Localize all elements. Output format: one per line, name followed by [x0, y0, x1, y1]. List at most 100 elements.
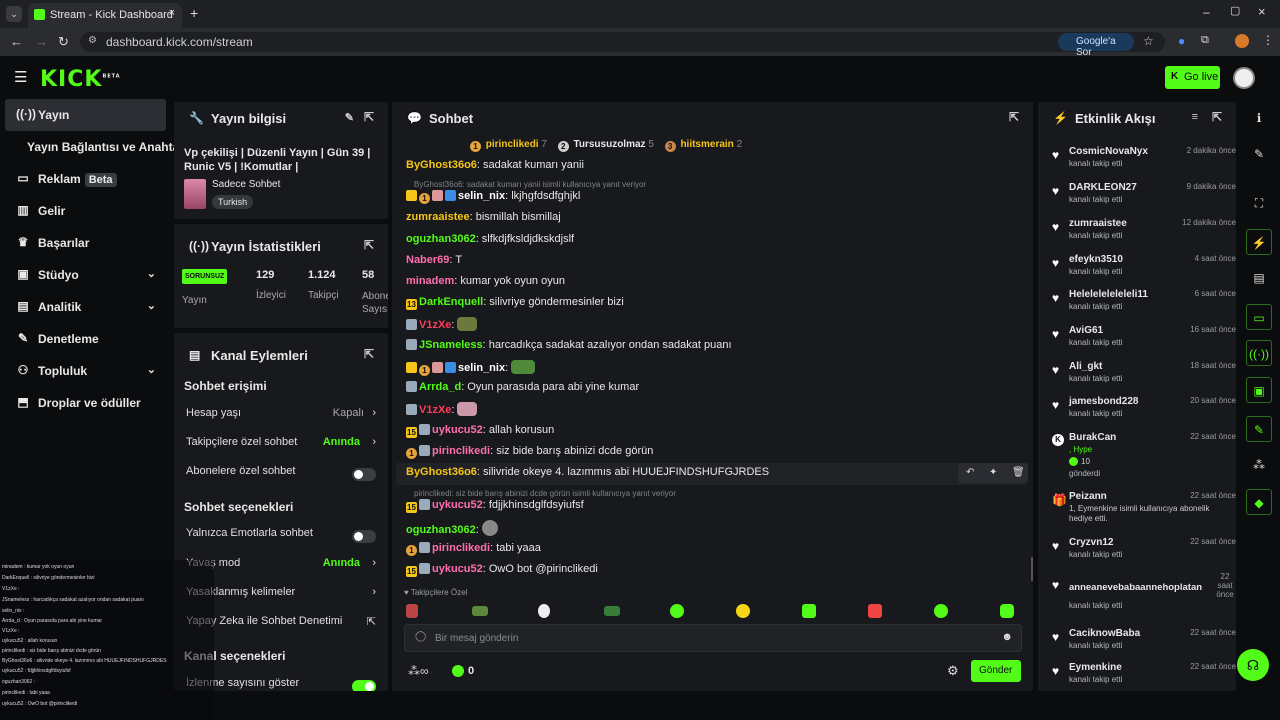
chat-username[interactable]: V1zXe — [419, 404, 451, 416]
chat-message[interactable]: 15 uykucu52: fdjjkhinsdglfdsyiufsf — [406, 499, 963, 517]
emote-icon[interactable] — [736, 604, 750, 618]
chat-message[interactable]: Arrda_d: Oyun parasıda para abi yine kum… — [406, 381, 963, 399]
chat-message[interactable]: 15 uykucu52: OwO bot @pirinclikedi — [406, 563, 963, 581]
chat-icon[interactable]: ▭ — [1246, 304, 1272, 330]
chat-message[interactable]: oguzhan3062: slfkdjfksldjdkskdjslf — [406, 233, 963, 251]
emote-icon[interactable] — [868, 604, 882, 618]
chat-message[interactable]: zumraaistee: bismillah bismillaj — [406, 211, 963, 229]
broadcast-icon[interactable]: ((·)) — [1246, 340, 1272, 366]
chat-username[interactable]: ByGhost36o6 — [406, 159, 477, 171]
ai-moderation-setting[interactable]: Yapay Zeka ile Sohbet Denetimi ⇱ — [186, 615, 376, 637]
emoji-picker-icon[interactable]: ☻ — [1001, 631, 1013, 643]
sidebar-item-stream-key[interactable]: Yayın Bağlantısı ve Anahtarı — [5, 131, 187, 163]
chat-username[interactable]: zumraaistee — [406, 211, 470, 223]
chat-username[interactable]: selin_nix — [458, 362, 505, 374]
emote-icon[interactable] — [1000, 604, 1014, 618]
drops-icon[interactable]: ◆ — [1246, 489, 1272, 515]
send-button[interactable]: Gönder — [971, 660, 1021, 682]
chat-username[interactable]: JSnameless — [419, 339, 483, 351]
chat-message[interactable]: JSnameless: harcadıkça sadakat azalıyor … — [406, 339, 963, 357]
emote-icon[interactable] — [604, 606, 620, 616]
sidebar-item-analytics[interactable]: ▤ Analitik ⌄ — [5, 291, 166, 323]
popout-icon[interactable]: ⇱ — [364, 238, 374, 252]
close-window-icon[interactable]: × — [1258, 4, 1266, 19]
popout-icon[interactable]: ⇱ — [1212, 110, 1222, 124]
chat-username[interactable]: DarkEnquell — [419, 296, 483, 308]
chat-message[interactable]: minadem: kumar yok oyun oyun — [406, 275, 963, 293]
emote-only-toggle[interactable] — [352, 530, 376, 543]
chat-message[interactable]: ByGhost36o6: sadakat kumarı yanii — [406, 159, 963, 177]
hamburger-menu-icon[interactable]: ☰ — [14, 68, 27, 86]
reply-icon[interactable]: ↶ — [966, 467, 974, 478]
tab-list-chevron-icon[interactable]: ⌄ — [6, 6, 22, 22]
info-icon[interactable]: ℹ — [1246, 105, 1272, 131]
chat-username[interactable]: V1zXe — [419, 319, 451, 331]
activity-event[interactable]: ♥ anneanevebabaannehoplatan 22 saat önce ka… — [1052, 572, 1236, 620]
pin-icon[interactable]: ✦ — [989, 467, 997, 478]
sidebar-item-revenue[interactable]: ▥ Gelir — [5, 195, 166, 227]
chat-message[interactable]: 1 selin_nix: lkjhgfdsdfghjkl — [406, 190, 963, 208]
back-icon[interactable]: ← — [10, 34, 23, 49]
slow-mode-setting[interactable]: Yavaş mod Anında › — [186, 557, 376, 579]
chat-message[interactable]: oguzhan3062: — [406, 520, 963, 538]
category-name[interactable]: Sadece Sohbet — [212, 179, 280, 190]
tab-close-icon[interactable]: × — [169, 7, 175, 19]
show-viewers-toggle[interactable] — [352, 680, 376, 691]
edit-pencil-icon[interactable]: ✎ — [345, 111, 354, 124]
popout-icon[interactable]: ⇱ — [364, 110, 374, 124]
profile-avatar[interactable] — [1235, 34, 1249, 48]
support-chat-button[interactable]: ☊ — [1237, 649, 1269, 681]
puzzle-icon[interactable]: ⧉ — [1201, 34, 1209, 47]
chat-username[interactable]: uykucu52 — [432, 563, 483, 575]
sidebar-item-drops[interactable]: ⬒ Droplar ve ödüller — [5, 387, 166, 419]
chat-username[interactable]: ByGhost36o6 — [406, 466, 477, 478]
chat-message[interactable]: 1 pirinclikedi: tabi yaaa — [406, 542, 963, 560]
activity-event[interactable]: ♥ AviG61 16 saat önce kanalı takip etti — [1052, 325, 1236, 359]
fullscreen-icon[interactable]: ⛶ — [1246, 190, 1272, 216]
activity-event[interactable]: ♥ jamesbond228 20 saat önce kanalı takip et… — [1052, 396, 1236, 430]
activity-event[interactable]: ♥ zumraaistee 12 dakika önce kanalı takip e… — [1052, 218, 1236, 252]
site-info-icon[interactable]: ⚙ — [88, 35, 97, 46]
chat-username[interactable]: oguzhan3062 — [406, 233, 476, 245]
activity-event[interactable]: K BurakCan 22 saat önce , Hype 10 gönderdi — [1052, 432, 1236, 482]
activity-event[interactable]: ♥ efeykn3510 4 saat önce kanalı takip etti — [1052, 254, 1236, 288]
activity-event[interactable]: ♥ DARKLEON27 9 dakika önce kanalı takip ett… — [1052, 182, 1236, 216]
channel-actions-icon[interactable]: ▣ — [1246, 377, 1272, 403]
chat-message[interactable]: 13 DarkEnquell: silivriye göndermesinler … — [406, 296, 963, 314]
subs-only-toggle[interactable] — [352, 468, 376, 481]
activity-event[interactable]: ♥ CaciknowBaba 22 saat önce kanalı takip et… — [1052, 628, 1236, 662]
chat-username[interactable]: selin_nix — [458, 190, 505, 202]
extension-icon[interactable]: ● — [1178, 34, 1185, 48]
menu-dots-icon[interactable]: ⋮ — [1262, 33, 1274, 47]
google-ask-button[interactable]: Google'a Sor — [1058, 33, 1134, 58]
activity-event[interactable]: ♥ Ali_gkt 18 saat önce kanalı takip etti — [1052, 361, 1236, 395]
activity-event[interactable]: ♥ Heleleleleleleli11 6 saat önce kanalı tak… — [1052, 289, 1236, 323]
chat-username[interactable]: oguzhan3062 — [406, 524, 476, 536]
users-icon[interactable]: ⁂ — [1246, 452, 1272, 478]
sidebar-item-community[interactable]: ⚇ Topluluk ⌄ — [5, 355, 166, 387]
emote-icon[interactable] — [802, 604, 816, 618]
popout-icon[interactable]: ⇱ — [364, 347, 374, 361]
bookmark-star-icon[interactable]: ☆ — [1143, 34, 1154, 48]
chat-username[interactable]: Arrda_d — [419, 381, 461, 393]
chat-username[interactable]: uykucu52 — [432, 499, 483, 511]
emote-icon[interactable] — [934, 604, 948, 618]
sidebar-item-stream[interactable]: ((·)) Yayın — [5, 99, 166, 131]
sidebar-item-achievements[interactable]: ♛ Başarılar — [5, 227, 166, 259]
go-live-button[interactable]: K Go live — [1165, 66, 1220, 89]
maximize-icon[interactable]: ▢ — [1230, 4, 1240, 17]
browser-tab[interactable]: Stream - Kick Dashboard × — [28, 3, 182, 28]
emote-icon[interactable] — [538, 604, 550, 618]
chat-input-box[interactable]: ◯ Bir mesaj gönderin ☻ — [404, 624, 1022, 652]
new-tab-icon[interactable]: + — [190, 5, 198, 21]
pencil-icon[interactable]: ✎ — [1246, 141, 1272, 167]
chat-message[interactable]: 1 pirinclikedi: siz bide barış abinizi dc… — [406, 445, 963, 463]
lightning-icon[interactable]: ⚡ — [1246, 229, 1272, 255]
document-icon[interactable]: ▤ — [1246, 265, 1272, 291]
chat-settings-gear-icon[interactable]: ⚙ — [947, 663, 959, 679]
sidebar-item-studio[interactable]: ▣ Stüdyo ⌄ — [5, 259, 166, 291]
chat-scrollbar[interactable] — [1031, 557, 1033, 581]
chat-username[interactable]: uykucu52 — [432, 424, 483, 436]
chat-username[interactable]: pirinclikedi — [432, 445, 490, 457]
sidebar-item-moderation[interactable]: ✎ Denetleme — [5, 323, 166, 355]
